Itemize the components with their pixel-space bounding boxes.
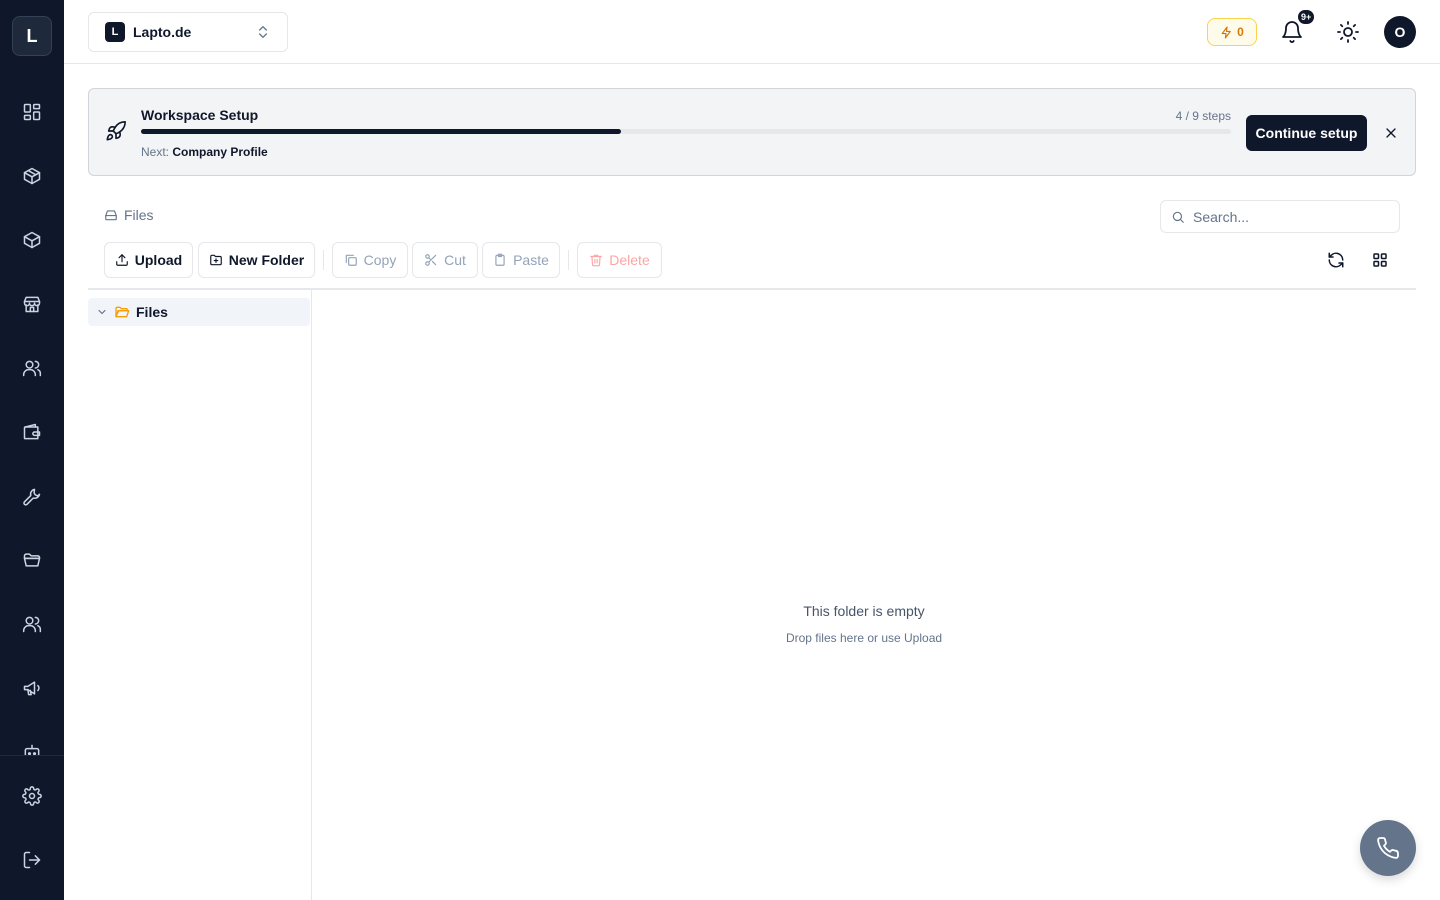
breadcrumb-files[interactable]: Files (124, 207, 154, 223)
tree-item-files[interactable]: Files (88, 298, 310, 326)
tree-item-label: Files (136, 304, 168, 320)
avatar[interactable]: O (1384, 16, 1416, 48)
trash-icon (590, 254, 603, 267)
call-button[interactable] (1360, 820, 1416, 876)
users-icon[interactable] (20, 356, 44, 380)
sidebar-divider (0, 755, 64, 756)
new-folder-button[interactable]: New Folder (198, 242, 315, 278)
phone-icon (1377, 837, 1399, 859)
chevrons-up-down-icon (259, 26, 267, 38)
folder-tree: Files (88, 290, 312, 900)
setup-next-label: Next: (141, 145, 170, 159)
setup-next: Next: Company Profile (141, 145, 268, 159)
delete-label: Delete (609, 252, 650, 268)
folder-open-icon (115, 306, 130, 318)
credits-badge[interactable]: 0 (1207, 18, 1257, 46)
setup-progress-fill (141, 129, 621, 134)
folder-plus-icon (209, 254, 222, 266)
logo-letter: L (26, 25, 38, 46)
clipboard-icon (495, 253, 505, 266)
package-icon[interactable] (20, 164, 44, 188)
logout-icon[interactable] (20, 848, 44, 872)
paste-button[interactable]: Paste (482, 242, 560, 278)
copy-icon (345, 254, 357, 266)
app-logo[interactable]: L (12, 16, 52, 56)
chevron-down-icon[interactable] (96, 306, 108, 318)
cut-label: Cut (444, 252, 466, 268)
wrench-icon[interactable] (20, 484, 44, 508)
search-box[interactable] (1160, 200, 1400, 233)
close-icon[interactable] (1383, 125, 1399, 141)
credits-count: 0 (1237, 25, 1244, 39)
empty-state-title: This folder is empty (803, 603, 925, 619)
setup-banner: Workspace Setup 4 / 9 steps Next: Compan… (88, 88, 1416, 176)
upload-label: Upload (134, 252, 183, 268)
continue-setup-button[interactable]: Continue setup (1246, 115, 1367, 151)
folder-icon[interactable] (20, 548, 44, 572)
rocket-icon (106, 121, 126, 141)
paste-label: Paste (513, 252, 549, 268)
refresh-icon[interactable] (1327, 251, 1345, 269)
notification-badge: 9+ (1297, 9, 1316, 25)
delete-button[interactable]: Delete (577, 242, 662, 278)
setup-title: Workspace Setup (141, 107, 259, 123)
setup-progress-bar (141, 129, 1231, 134)
workspace-selector[interactable]: L Lapto.de (88, 12, 288, 52)
workspace-name: Lapto.de (133, 24, 192, 40)
team-icon[interactable] (20, 612, 44, 636)
scissors-icon (425, 254, 437, 266)
search-input[interactable] (1193, 208, 1383, 225)
sun-icon[interactable] (1336, 20, 1360, 44)
toolbar-separator (568, 250, 569, 270)
wallet-icon[interactable] (20, 420, 44, 444)
topbar: L Lapto.de 0 9+ O (64, 0, 1440, 64)
upload-button[interactable]: Upload (104, 242, 193, 278)
toolbar-separator (323, 250, 324, 270)
setup-steps: 4 / 9 steps (1175, 109, 1231, 123)
lightning-icon (1221, 25, 1232, 39)
breadcrumb: Files (104, 207, 154, 223)
grid-view-icon[interactable] (1371, 251, 1389, 269)
copy-button[interactable]: Copy (332, 242, 408, 278)
workspace-badge: L (105, 22, 125, 42)
setup-next-value: Company Profile (172, 145, 268, 159)
megaphone-icon[interactable] (20, 676, 44, 700)
gear-icon[interactable] (20, 784, 44, 808)
upload-icon (115, 254, 128, 266)
sidebar-bottom (0, 756, 64, 900)
box-icon[interactable] (20, 228, 44, 252)
new-folder-label: New Folder (228, 252, 305, 268)
cut-button[interactable]: Cut (412, 242, 478, 278)
empty-state-subtitle: Drop files here or use Upload (785, 631, 943, 645)
dashboard-icon[interactable] (20, 100, 44, 124)
store-icon[interactable] (20, 292, 44, 316)
search-icon (1172, 211, 1184, 223)
drive-icon (105, 210, 117, 221)
sidebar: L (0, 0, 64, 900)
copy-label: Copy (363, 252, 397, 268)
